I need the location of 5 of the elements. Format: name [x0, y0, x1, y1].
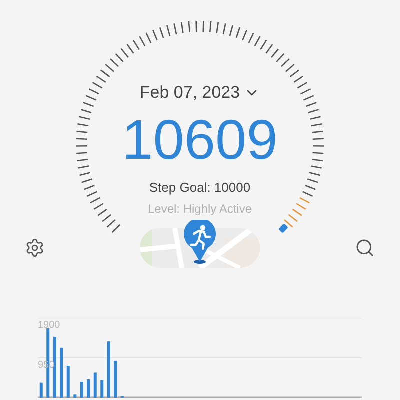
- activity-level: Level: Highly Active: [148, 201, 252, 218]
- date-selector[interactable]: Feb 07, 2023: [140, 80, 260, 106]
- axis-label: 1900: [38, 321, 60, 331]
- step-goal: Step Goal: 10000: [149, 178, 251, 197]
- step-count: 10609: [122, 112, 278, 168]
